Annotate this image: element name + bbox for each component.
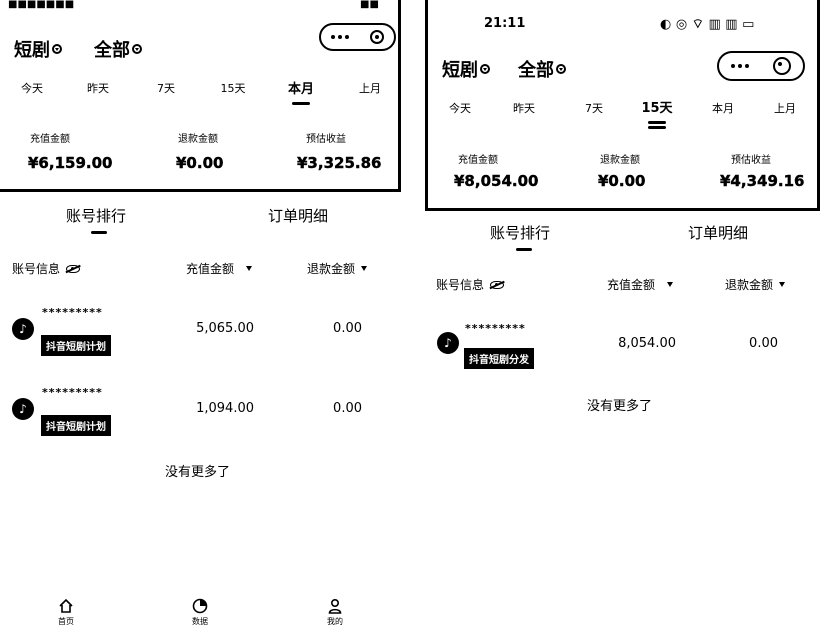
pie-chart-icon [192, 598, 208, 614]
tab-15days[interactable]: 15天 [213, 80, 253, 96]
metric-income-label: 预估收益 [731, 155, 771, 166]
status-time: 21:11 [484, 16, 526, 31]
category-dropdown[interactable]: 短剧 [14, 36, 62, 62]
metric-recharge-value: ¥6,159.00 [28, 154, 113, 172]
account-tag: 抖音短剧分发 [464, 348, 534, 369]
account-id: ********* [42, 386, 103, 399]
scope-label: 全部 [518, 60, 554, 81]
recharge-amount: 8,054.00 [618, 336, 676, 351]
more-dots-icon[interactable] [331, 35, 350, 39]
tab-order-detail[interactable]: 订单明细 [268, 205, 328, 226]
account-tag: 抖音短剧计划 [41, 335, 111, 356]
tab-this-month[interactable]: 本月 [703, 100, 743, 116]
user-icon [328, 598, 342, 614]
no-more-text: 没有更多了 [165, 465, 231, 480]
metric-income-value: ¥4,349.16 [720, 172, 805, 190]
tab-last-month[interactable]: 上月 [350, 80, 390, 96]
eye-hidden-icon[interactable] [66, 264, 81, 273]
col-refund[interactable]: 退款金额 [725, 276, 786, 293]
table-row[interactable]: ♪ ********* 抖音短剧计划 5,065.00 0.00 [0, 300, 400, 360]
account-tag: 抖音短剧计划 [41, 415, 111, 436]
metric-recharge-label: 充值金额 [30, 134, 70, 145]
tab-yesterday[interactable]: 昨天 [504, 100, 544, 116]
close-target-icon[interactable] [369, 30, 384, 44]
account-id: ********* [42, 306, 103, 319]
refund-amount: 0.00 [749, 336, 778, 351]
account-id: ********* [465, 322, 526, 335]
tab-account-ranking[interactable]: 账号排行 [66, 205, 126, 226]
metric-refund-value: ¥0.00 [176, 154, 224, 172]
close-target-icon[interactable] [773, 57, 791, 75]
col-account-info[interactable]: 账号信息 [12, 260, 81, 277]
recharge-amount: 1,094.00 [196, 401, 254, 416]
eye-hidden-icon[interactable] [490, 280, 505, 289]
left-header-panel: ■■■■■■■ ■■ 短剧 全部 今天 昨天 7天 15天 本月 上月 充值金额… [0, 0, 401, 192]
nav-home[interactable]: 首页 [52, 598, 80, 627]
tab-7days[interactable]: 7天 [574, 100, 614, 116]
metric-recharge-label: 充值金额 [458, 155, 498, 166]
category-dropdown[interactable]: 短剧 [442, 56, 490, 82]
table-row[interactable]: ♪ ********* 抖音短剧分发 8,054.00 0.00 [425, 316, 820, 376]
scope-label: 全部 [94, 40, 130, 61]
section-tab-indicator [91, 231, 107, 234]
category-label: 短剧 [442, 60, 478, 81]
chevron-down-icon [556, 64, 566, 74]
sort-down-icon [667, 282, 674, 287]
sort-down-icon [779, 282, 786, 287]
tab-today[interactable]: 今天 [12, 80, 52, 96]
refund-amount: 0.00 [333, 321, 362, 336]
metric-income-label: 预估收益 [306, 134, 346, 145]
chevron-down-icon [52, 44, 62, 54]
metric-income-value: ¥3,325.86 [297, 154, 382, 172]
tab-this-month[interactable]: 本月 [281, 78, 321, 97]
sort-down-icon [361, 266, 368, 271]
home-icon [59, 598, 73, 613]
tiktok-icon: ♪ [12, 318, 34, 340]
active-tab-indicator [648, 121, 666, 124]
tab-yesterday[interactable]: 昨天 [78, 80, 118, 96]
right-header-panel: 21:11 ◐ ◎ ⌔ ▥ ▥ ▭ 短剧 全部 今天 昨天 7天 15天 本月 … [425, 0, 820, 211]
sort-down-icon [246, 266, 253, 271]
tiktok-icon: ♪ [12, 398, 34, 420]
col-account-info[interactable]: 账号信息 [436, 276, 505, 293]
col-refund[interactable]: 退款金额 [307, 260, 368, 277]
scope-dropdown[interactable]: 全部 [94, 36, 142, 62]
more-dots-icon[interactable] [731, 64, 749, 68]
chevron-down-icon [132, 44, 142, 54]
metric-refund-value: ¥0.00 [598, 172, 646, 190]
refund-amount: 0.00 [333, 401, 362, 416]
tab-account-ranking[interactable]: 账号排行 [490, 222, 550, 243]
section-tab-indicator [516, 248, 532, 251]
no-more-text: 没有更多了 [587, 399, 653, 414]
table-row[interactable]: ♪ ********* 抖音短剧计划 1,094.00 0.00 [0, 380, 400, 440]
tab-15days[interactable]: 15天 [637, 97, 677, 116]
tab-today[interactable]: 今天 [440, 100, 480, 116]
mini-program-capsule [319, 23, 396, 51]
recharge-amount: 5,065.00 [196, 321, 254, 336]
metric-refund-label: 退款金额 [600, 155, 640, 166]
category-label: 短剧 [14, 40, 50, 61]
tab-last-month[interactable]: 上月 [765, 100, 805, 116]
active-tab-indicator [292, 102, 310, 105]
scope-dropdown[interactable]: 全部 [518, 56, 566, 82]
nav-mine[interactable]: 我的 [321, 598, 349, 627]
tab-7days[interactable]: 7天 [146, 80, 186, 96]
nav-data[interactable]: 数据 [186, 598, 214, 627]
status-icons: ◐ ◎ ⌔ ▥ ▥ ▭ [660, 17, 755, 32]
tiktok-icon: ♪ [437, 332, 459, 354]
active-tab-indicator [648, 126, 666, 129]
status-bar-left: ■■■■■■■ [8, 0, 75, 10]
tab-order-detail[interactable]: 订单明细 [688, 222, 748, 243]
metric-refund-label: 退款金额 [178, 134, 218, 145]
col-recharge[interactable]: 充值金额 [607, 276, 674, 293]
mini-program-capsule [717, 51, 805, 81]
status-bar-right: ■■ [360, 0, 379, 10]
chevron-down-icon [480, 64, 490, 74]
col-recharge[interactable]: 充值金额 [186, 260, 253, 277]
metric-recharge-value: ¥8,054.00 [454, 172, 539, 190]
